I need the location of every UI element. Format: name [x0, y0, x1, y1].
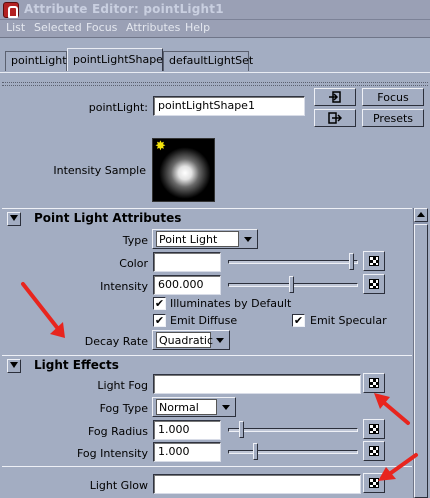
menu-selected[interactable]: Selected — [34, 21, 82, 34]
decay-rate-dropdown[interactable]: Quadratic — [152, 330, 230, 350]
copy-tab-icon — [328, 112, 343, 124]
light-fog-label: Light Fog — [97, 379, 148, 392]
checker-icon — [369, 256, 379, 266]
light-glow-preview — [159, 147, 211, 199]
fog-intensity-slider[interactable] — [228, 443, 358, 460]
color-map-button[interactable] — [363, 251, 385, 271]
emit-specular-label: Emit Specular — [310, 314, 387, 327]
copy-tab-button[interactable] — [314, 109, 356, 127]
menu-list[interactable]: List — [6, 21, 25, 34]
checker-icon — [369, 279, 379, 289]
intensity-sample-swatch: ✸ — [152, 138, 215, 202]
collapse-arrow-icon[interactable] — [7, 359, 21, 373]
light-glow-label: Light Glow — [89, 479, 148, 492]
chevron-down-icon — [213, 333, 227, 347]
panel-grip — [2, 82, 428, 86]
fog-type-label: Fog Type — [99, 402, 148, 415]
chevron-down-icon — [241, 232, 255, 246]
fog-intensity-field[interactable]: 1.000 — [153, 442, 221, 462]
menu-help[interactable]: Help — [185, 21, 210, 34]
presets-button[interactable]: Presets — [362, 109, 424, 127]
tab-defaultlightset[interactable]: defaultLightSet — [163, 51, 253, 71]
load-icon — [329, 91, 341, 103]
fog-type-value: Normal — [156, 399, 217, 415]
chevron-down-icon — [219, 400, 233, 414]
intensity-map-button[interactable] — [363, 274, 385, 294]
divider — [2, 466, 412, 467]
scroll-up-arrow-icon[interactable] — [414, 208, 428, 222]
light-star-icon: ✸ — [155, 139, 166, 154]
color-swatch[interactable] — [153, 252, 221, 272]
fog-radius-label: Fog Radius — [87, 425, 148, 438]
annotation-arrow-icon — [374, 393, 410, 425]
tab-pointlight1[interactable]: pointLight1 — [5, 51, 74, 71]
annotation-arrow-icon — [21, 282, 65, 338]
window-title: Attribute Editor: pointLight1 — [24, 2, 224, 16]
emit-diffuse-checkbox[interactable]: ✔ — [153, 314, 166, 327]
section-title: Point Light Attributes — [34, 211, 182, 225]
maya-app-icon — [3, 2, 19, 18]
type-label: Type — [122, 234, 148, 247]
load-node-button[interactable] — [314, 88, 356, 106]
emit-diffuse-label: Emit Diffuse — [170, 314, 238, 327]
menu-focus[interactable]: Focus — [86, 21, 117, 34]
section-light-effects[interactable]: Light Effects — [2, 355, 412, 375]
type-value: Point Light — [156, 231, 239, 247]
menu-attributes[interactable]: Attributes — [126, 21, 180, 34]
collapse-arrow-icon[interactable] — [7, 212, 21, 226]
color-slider[interactable] — [228, 253, 358, 270]
section-title: Light Effects — [34, 358, 119, 372]
intensity-sample-label: Intensity Sample — [53, 164, 146, 177]
intensity-field[interactable]: 600.000 — [153, 275, 221, 295]
tab-pointlightshape1[interactable]: pointLightShape1 — [67, 48, 170, 71]
focus-button[interactable]: Focus — [362, 88, 424, 106]
emit-specular-checkbox[interactable]: ✔ — [292, 314, 305, 327]
menu-bar: List Selected Focus Attributes Help — [0, 20, 430, 38]
illuminates-checkbox[interactable]: ✔ — [153, 297, 166, 310]
fog-radius-slider[interactable] — [228, 421, 358, 438]
title-bar: Attribute Editor: pointLight1 — [0, 0, 430, 20]
color-label: Color — [119, 257, 148, 270]
light-glow-field[interactable] — [153, 474, 361, 494]
intensity-slider[interactable] — [228, 276, 358, 293]
illuminates-label: Illuminates by Default — [170, 297, 292, 310]
fog-type-dropdown[interactable]: Normal — [152, 397, 236, 417]
node-name-field[interactable]: pointLightShape1 — [153, 96, 305, 116]
fog-intensity-label: Fog Intensity — [76, 447, 148, 460]
tab-strip: pointLight1 pointLightShape1 defaultLigh… — [0, 38, 430, 74]
fog-radius-field[interactable]: 1.000 — [153, 420, 221, 440]
color-slider-handle[interactable] — [349, 253, 354, 270]
section-point-light-attributes[interactable]: Point Light Attributes — [2, 208, 412, 228]
type-dropdown[interactable]: Point Light — [152, 229, 258, 249]
fog-radius-slider-handle[interactable] — [239, 421, 244, 438]
node-name-label: pointLight: — [88, 101, 148, 114]
light-fog-field[interactable] — [153, 374, 361, 394]
decay-rate-value: Quadratic — [156, 332, 213, 348]
fog-intensity-slider-handle[interactable] — [253, 443, 258, 460]
annotation-arrow-icon — [378, 453, 418, 481]
tab-divider — [0, 72, 430, 73]
intensity-slider-handle[interactable] — [289, 276, 294, 293]
